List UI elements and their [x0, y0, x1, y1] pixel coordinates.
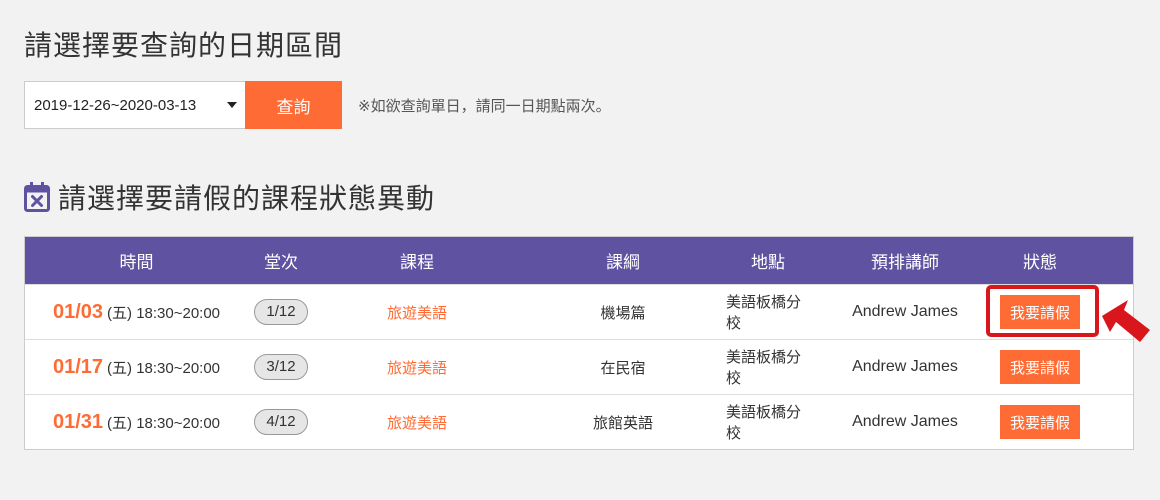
date-text: 01/31: [52, 410, 104, 433]
teacher-name: Andrew James: [852, 413, 958, 430]
calendar-x-icon: [24, 182, 50, 212]
status-cell: 我要請假: [1000, 350, 1080, 384]
teacher-name: Andrew James: [852, 303, 958, 320]
pointer-arrow-icon: [1102, 300, 1150, 342]
table-row: 01/17 (五) 18:30~20:00 3/12 旅遊美語 在民宿 美語板橋…: [25, 339, 1133, 394]
date-text: 01/03: [52, 300, 104, 323]
status-cell: 我要請假: [1000, 295, 1080, 329]
column-header-place: 地點: [751, 253, 785, 273]
lesson-cell: 1/12: [248, 299, 314, 325]
teacher-cell: Andrew James: [810, 303, 1000, 321]
date-range-value: 2019-12-26~2020-03-13: [34, 96, 197, 114]
table-row: 01/31 (五) 18:30~20:00 4/12 旅遊美語 旅館英語 美語板…: [25, 394, 1133, 449]
time-text: (五) 18:30~20:00: [107, 359, 221, 377]
section-title: 請選擇要請假的課程狀態異動: [24, 180, 436, 215]
table-header: 時間 堂次 課程 課綱 地點 預排講師 狀態: [25, 237, 1133, 284]
time-text: (五) 18:30~20:00: [107, 414, 221, 432]
request-leave-button[interactable]: 我要請假: [1000, 350, 1080, 384]
course-name: 旅遊美語: [386, 358, 447, 377]
course-cell: 旅遊美語: [314, 412, 520, 433]
time-cell: 01/17 (五) 18:30~20:00: [25, 356, 248, 379]
column-header-time: 時間: [119, 253, 154, 273]
request-leave-button[interactable]: 我要請假: [1000, 295, 1080, 329]
date-text: 01/17: [52, 355, 104, 378]
lesson-badge: 3/12: [254, 354, 308, 380]
time-cell: 01/31 (五) 18:30~20:00: [25, 411, 248, 434]
query-note: ※如欲查詢單日，請同一日期點兩次。: [358, 96, 611, 115]
course-name: 旅遊美語: [386, 303, 447, 322]
time-text: (五) 18:30~20:00: [107, 304, 221, 322]
lesson-badge: 1/12: [254, 299, 308, 325]
column-header-outline: 課綱: [606, 253, 640, 273]
lesson-badge: 4/12: [254, 409, 308, 435]
table-row: 01/03 (五) 18:30~20:00 1/12 旅遊美語 機場篇 美語板橋…: [25, 284, 1133, 339]
lesson-cell: 4/12: [248, 409, 314, 435]
teacher-name: Andrew James: [852, 358, 958, 375]
request-leave-button[interactable]: 我要請假: [1000, 405, 1080, 439]
time-cell: 01/03 (五) 18:30~20:00: [25, 301, 248, 324]
teacher-cell: Andrew James: [810, 358, 1000, 376]
date-range-select[interactable]: 2019-12-26~2020-03-13: [24, 81, 245, 129]
column-header-lesson: 堂次: [264, 253, 298, 273]
column-header-teacher: 預排講師: [871, 253, 939, 273]
outline-cell: 機場篇: [600, 303, 646, 322]
caret-down-icon: [227, 102, 237, 108]
outline-cell: 在民宿: [600, 358, 646, 377]
column-header-course: 課程: [400, 253, 434, 273]
course-cell: 旅遊美語: [314, 357, 520, 378]
page-title: 請選擇要查詢的日期區間: [24, 29, 344, 62]
status-cell: 我要請假: [1000, 405, 1080, 439]
outline-cell: 旅館英語: [592, 413, 653, 432]
section-title-text: 請選擇要請假的課程狀態異動: [58, 182, 436, 215]
place-cell: 美語板橋分校: [726, 293, 802, 332]
place-cell: 美語板橋分校: [726, 403, 802, 442]
lesson-cell: 3/12: [248, 354, 314, 380]
course-name: 旅遊美語: [386, 413, 447, 432]
course-table: 時間 堂次 課程 課綱 地點 預排講師 狀態 01/03 (五) 18:30~2…: [24, 236, 1134, 450]
query-bar: 2019-12-26~2020-03-13 查詢 ※如欲查詢單日，請同一日期點兩…: [24, 81, 611, 129]
column-header-status: 狀態: [1023, 253, 1057, 273]
course-cell: 旅遊美語: [314, 302, 520, 323]
place-cell: 美語板橋分校: [726, 348, 802, 387]
teacher-cell: Andrew James: [810, 413, 1000, 431]
query-button[interactable]: 查詢: [245, 81, 342, 129]
